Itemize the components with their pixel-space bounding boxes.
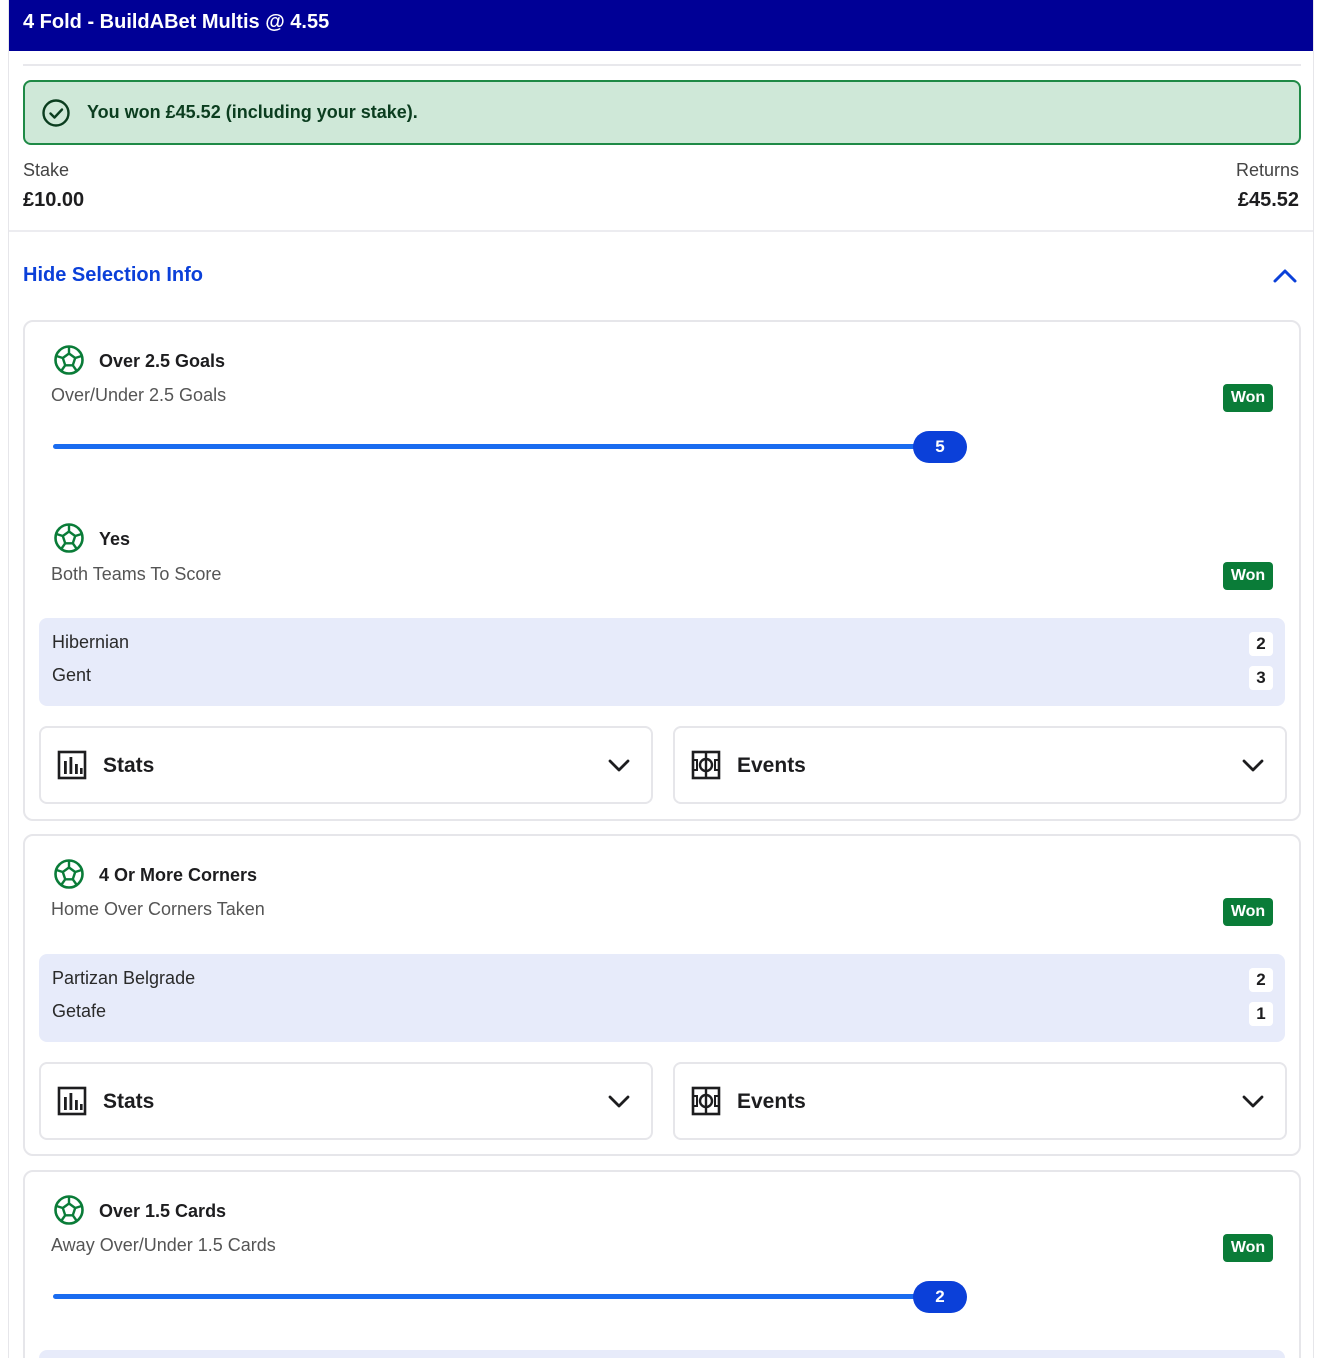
away-team-score: 3: [1249, 666, 1273, 690]
selection-market: Both Teams To Score: [51, 564, 222, 584]
won-badge: Won: [1223, 1234, 1273, 1262]
football-icon: [53, 858, 85, 890]
home-team-score: 2: [1249, 632, 1273, 656]
selection-card: Over 1.5 Cards Away Over/Under 1.5 Cards…: [23, 1170, 1301, 1358]
chevron-down-icon: [1241, 754, 1265, 776]
selection-market: Home Over Corners Taken: [51, 899, 265, 919]
home-team-name: Partizan Belgrade: [52, 968, 196, 988]
events-dropdown[interactable]: Events: [673, 1062, 1287, 1140]
selection-market: Away Over/Under 1.5 Cards: [51, 1235, 276, 1255]
football-icon: [53, 344, 85, 376]
selection-title: 4 Or More Corners: [99, 865, 258, 885]
progress-value-bubble: 5: [913, 431, 967, 463]
divider: [23, 64, 1301, 66]
returns-label: Returns: [1235, 160, 1299, 180]
home-team-score: 2: [1249, 968, 1273, 992]
events-label: Events: [737, 1090, 806, 1113]
bet-detail-page: 4 Fold - BuildABet Multis @ 4.55 You won…: [8, 0, 1314, 1358]
stats-label: Stats: [103, 754, 155, 777]
events-dropdown[interactable]: Events: [673, 726, 1287, 804]
won-badge: Won: [1223, 562, 1273, 590]
away-team-score: 1: [1249, 1002, 1273, 1026]
selection-card: 4 Or More Corners Home Over Corners Take…: [23, 834, 1301, 1156]
selection-title: Yes: [99, 529, 131, 549]
selection-card: Over 2.5 Goals Over/Under 2.5 Goals Won …: [23, 320, 1301, 821]
won-badge: Won: [1223, 384, 1273, 412]
away-team-name: Getafe: [52, 1001, 107, 1021]
result-message: You won £45.52 (including your stake).: [87, 102, 418, 122]
chevron-down-icon: [607, 754, 631, 776]
stake-value: £10.00: [23, 189, 85, 211]
progress-track: [53, 444, 933, 449]
away-team-name: Gent: [52, 665, 92, 685]
result-banner: You won £45.52 (including your stake).: [23, 80, 1301, 145]
chevron-down-icon: [607, 1090, 631, 1112]
scoreboard: Hibernian 2 Gent 3: [39, 618, 1285, 706]
bet-header: 4 Fold - BuildABet Multis @ 4.55: [9, 0, 1313, 51]
chevron-up-icon[interactable]: [1271, 264, 1299, 288]
progress-value-bubble: 2: [913, 1281, 967, 1313]
scoreboard: [39, 1350, 1285, 1358]
selection-title: Over 1.5 Cards: [99, 1201, 227, 1221]
stats-dropdown[interactable]: Stats: [39, 726, 653, 804]
returns-value: £45.52: [1237, 189, 1299, 211]
chevron-down-icon: [1241, 1090, 1265, 1112]
stats-dropdown[interactable]: Stats: [39, 1062, 653, 1140]
hide-selection-info-link[interactable]: Hide Selection Info: [23, 264, 203, 287]
football-icon: [53, 522, 85, 554]
scoreboard: Partizan Belgrade 2 Getafe 1: [39, 954, 1285, 1042]
bet-title: 4 Fold - BuildABet Multis @ 4.55: [23, 11, 330, 33]
selection-market: Over/Under 2.5 Goals: [51, 385, 227, 405]
bar-chart-icon: [57, 750, 87, 780]
selection-title: Over 2.5 Goals: [99, 351, 226, 371]
progress-track: [53, 1294, 933, 1299]
events-label: Events: [737, 754, 806, 777]
football-icon: [53, 1194, 85, 1226]
home-team-name: Hibernian: [52, 632, 130, 652]
pitch-icon: [691, 750, 721, 780]
stake-label: Stake: [23, 160, 70, 180]
bar-chart-icon: [57, 1086, 87, 1116]
divider: [9, 230, 1313, 232]
won-badge: Won: [1223, 898, 1273, 926]
pitch-icon: [691, 1086, 721, 1116]
check-circle-icon: [42, 98, 70, 127]
stats-label: Stats: [103, 1090, 155, 1113]
